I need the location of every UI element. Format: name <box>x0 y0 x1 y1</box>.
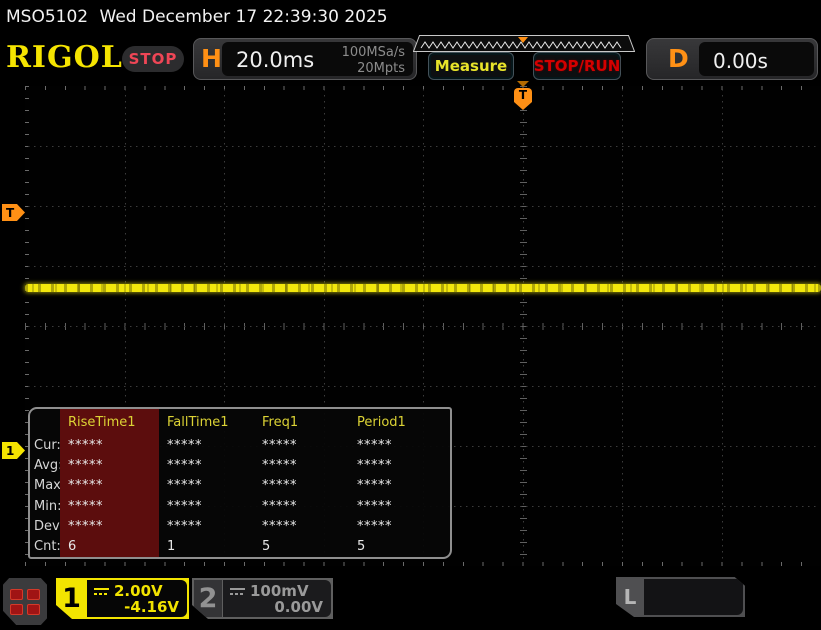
gridline <box>28 386 818 387</box>
cell-min-risetime1: ***** <box>60 496 159 516</box>
cell-max-risetime1: ***** <box>60 476 159 496</box>
horizontal-label: H <box>201 44 222 73</box>
gridline <box>28 146 818 147</box>
row-label-avg: Avg: <box>30 455 60 475</box>
gridline <box>28 206 818 207</box>
dc-coupling-icon <box>94 587 109 596</box>
measure-button[interactable]: Measure <box>428 52 514 80</box>
cell-cnt-risetime1: 6 <box>60 536 159 556</box>
logic-analyzer-block[interactable]: L 0 1 2 3 4 5 6 7 8 9 1011 12131415 <box>616 577 745 617</box>
cell-avg-freq1: ***** <box>254 455 349 475</box>
memory-depth-value: 20Mpts <box>342 61 405 77</box>
horizontal-readout: 20.0ms 100MSa/s 20Mpts <box>222 42 413 76</box>
logic-analyzer-badge: L <box>616 577 644 617</box>
cell-cur-freq1: ***** <box>254 435 349 455</box>
gridline <box>28 266 818 267</box>
row-label-max: Max: <box>30 476 60 496</box>
delay-readout: 0.00s <box>699 42 814 76</box>
cell-max-freq1: ***** <box>254 476 349 496</box>
cell-cur-falltime1: ***** <box>159 435 254 455</box>
cell-avg-falltime1: ***** <box>159 455 254 475</box>
channel2-badge: 2 <box>194 580 222 617</box>
waveform-preview[interactable] <box>413 35 635 52</box>
gridline <box>28 326 818 327</box>
delay-label: D <box>668 44 689 73</box>
grid-menu-icon <box>10 589 40 615</box>
channel1-offset-value: -4.16V <box>124 598 179 616</box>
cell-cnt-period1: 5 <box>349 536 446 556</box>
measurement-table: RiseTime1 FallTime1 Freq1 Period1 Cur: *… <box>28 407 452 559</box>
datetime-label: Wed December 17 22:39:30 2025 <box>100 7 388 27</box>
acquisition-status-badge: STOP <box>122 46 184 72</box>
channel1-trace <box>25 284 821 292</box>
delay-value: 0.00s <box>713 49 768 73</box>
measure-col-period1[interactable]: Period1 <box>349 409 446 435</box>
measure-col-freq1[interactable]: Freq1 <box>254 409 349 435</box>
cell-max-period1: ***** <box>349 476 446 496</box>
sample-rate-value: 100MSa/s <box>342 45 405 61</box>
rigol-logo: RIGOL <box>6 40 123 75</box>
logic-analyzer-digits: 0 1 2 3 4 5 6 7 8 9 1011 12131415 <box>644 579 743 615</box>
trigger-position-marker-icon[interactable]: T <box>514 88 532 102</box>
row-label-dev: Dev: <box>30 516 60 536</box>
cell-cur-period1: ***** <box>349 435 446 455</box>
cell-cnt-falltime1: 1 <box>159 536 254 556</box>
info-bar: MSO5102 Wed December 17 22:39:30 2025 <box>0 0 821 33</box>
row-label-min: Min: <box>30 496 60 516</box>
cell-max-falltime1: ***** <box>159 476 254 496</box>
cell-avg-risetime1: ***** <box>60 455 159 475</box>
trigger-level-marker-icon[interactable]: T <box>2 204 25 221</box>
channel1-badge: 1 <box>56 578 87 619</box>
toolbar: RIGOL STOP H 20.0ms 100MSa/s 20Mpts Meas… <box>0 33 821 85</box>
cell-cnt-freq1: 5 <box>254 536 349 556</box>
cell-dev-freq1: ***** <box>254 516 349 536</box>
cell-avg-period1: ***** <box>349 455 446 475</box>
delay-panel[interactable]: D 0.00s <box>646 38 818 80</box>
oscilloscope-screen: MSO5102 Wed December 17 22:39:30 2025 RI… <box>0 0 821 630</box>
cell-min-freq1: ***** <box>254 496 349 516</box>
channel1-readout: 2.00V -4.16V <box>87 580 187 617</box>
channel1-block[interactable]: 1 2.00V -4.16V <box>56 578 189 619</box>
menu-button[interactable] <box>3 578 47 625</box>
la-digits-line1: 0 1 2 3 4 5 6 7 <box>654 616 743 630</box>
channel1-position-marker-icon[interactable]: 1 <box>2 442 25 459</box>
timebase-value: 20.0ms <box>236 48 314 72</box>
horizontal-panel[interactable]: H 20.0ms 100MSa/s 20Mpts <box>193 38 417 80</box>
dc-coupling-icon <box>230 587 245 596</box>
cell-dev-period1: ***** <box>349 516 446 536</box>
channel2-block[interactable]: 2 100mV 0.00V <box>192 578 333 619</box>
cell-cur-risetime1: ***** <box>60 435 159 455</box>
cell-dev-falltime1: ***** <box>159 516 254 536</box>
channel2-readout: 100mV 0.00V <box>223 580 331 617</box>
channel2-offset-value: 0.00V <box>274 598 323 616</box>
cell-dev-risetime1: ***** <box>60 516 159 536</box>
cell-min-period1: ***** <box>349 496 446 516</box>
stop-run-button[interactable]: STOP/RUN <box>533 52 621 80</box>
table-corner <box>30 409 60 435</box>
acquisition-info: 100MSa/s 20Mpts <box>342 45 405 76</box>
measure-col-falltime1[interactable]: FallTime1 <box>159 409 254 435</box>
measure-col-risetime1[interactable]: RiseTime1 <box>60 409 159 435</box>
model-label: MSO5102 <box>6 7 88 27</box>
row-label-cur: Cur: <box>30 435 60 455</box>
row-label-cnt: Cnt: <box>30 536 60 556</box>
cell-min-falltime1: ***** <box>159 496 254 516</box>
